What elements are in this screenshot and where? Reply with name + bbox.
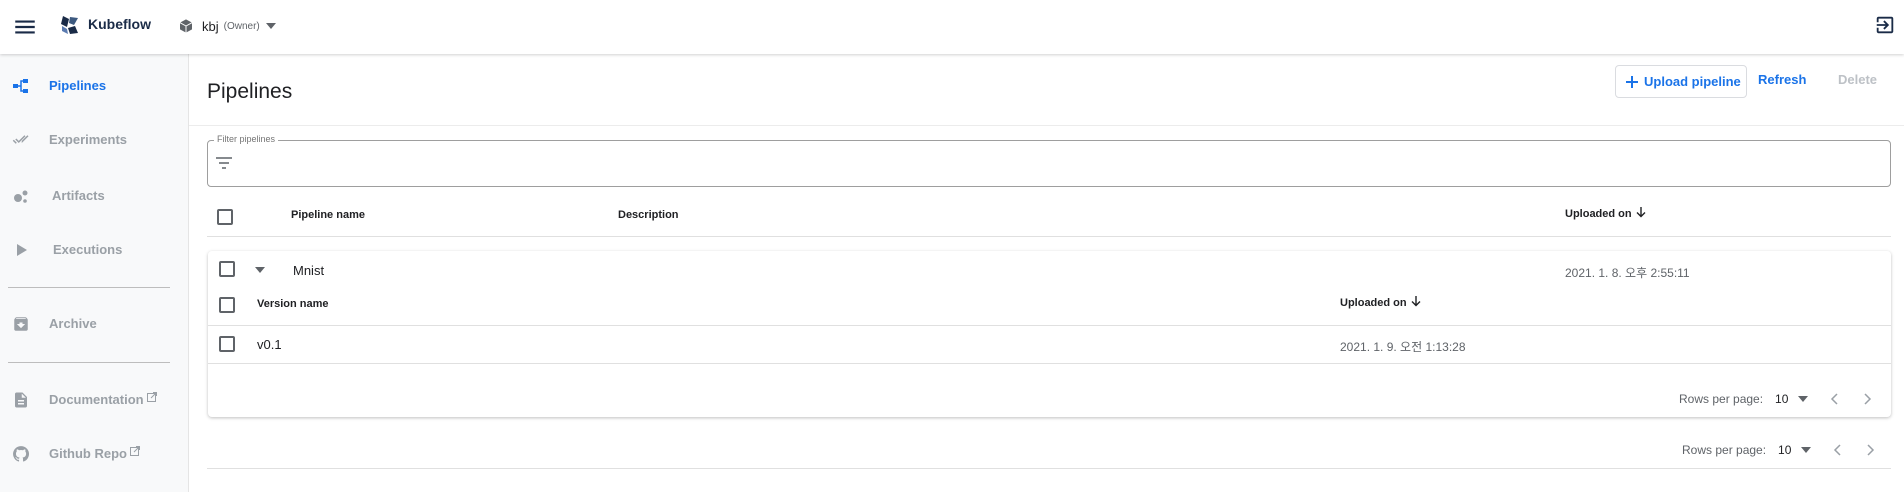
header-divider [189, 125, 1904, 126]
external-link-icon [146, 392, 157, 402]
upload-pipeline-label: Upload pipeline [1644, 74, 1741, 89]
chevron-down-icon [265, 23, 276, 29]
version-row-checkbox[interactable] [219, 336, 235, 352]
next-page-icon[interactable] [1864, 393, 1872, 405]
filter-label: Filter pipelines [214, 134, 279, 144]
rows-per-page-label: Rows per page: [1682, 443, 1767, 457]
filter-box: Filter pipelines [207, 134, 1891, 187]
pipelines-pagination: Rows per page: 10 [1682, 443, 1875, 457]
sidebar-item-label: Artifacts [52, 188, 105, 203]
pipeline-uploaded-on: 2021. 1. 8. 오후 2:55:11 [1565, 266, 1690, 280]
sidebar-item-label-text: Documentation [49, 392, 144, 407]
column-header-version-uploaded-on-label: Uploaded on [1340, 297, 1407, 309]
executions-icon [12, 241, 30, 259]
external-link-icon [130, 446, 140, 456]
pipeline-row-checkbox[interactable] [219, 261, 235, 277]
version-header-divider [208, 325, 1891, 326]
namespace-icon [178, 18, 194, 34]
kubeflow-logo-icon[interactable] [58, 13, 82, 37]
rows-per-page-label: Rows per page: [1679, 392, 1764, 406]
column-header-uploaded-on[interactable]: Uploaded on [1565, 207, 1646, 220]
version-name[interactable]: v0.1 [257, 337, 282, 352]
rows-per-page-select[interactable]: 10 [1775, 392, 1788, 406]
plus-icon [1626, 75, 1638, 88]
upload-pipeline-button[interactable]: Upload pipeline [1615, 65, 1747, 98]
column-header-uploaded-on-label: Uploaded on [1565, 208, 1632, 220]
version-row-divider [208, 363, 1891, 364]
select-all-versions-checkbox[interactable] [219, 297, 235, 313]
menu-icon[interactable] [12, 14, 38, 40]
sidebar-item-label: Executions [53, 242, 123, 257]
filter-pipelines-input[interactable] [244, 151, 1874, 177]
rows-per-page-select[interactable]: 10 [1778, 443, 1791, 457]
github-icon [12, 445, 30, 463]
filter-icon [216, 157, 232, 169]
sidebar-divider [8, 362, 170, 363]
pipeline-name[interactable]: Mnist [293, 263, 324, 278]
sidebar-item-github-repo[interactable]: Github Repo [0, 434, 188, 474]
previous-page-icon[interactable] [1830, 393, 1838, 405]
delete-button[interactable]: Delete [1838, 72, 1877, 87]
next-page-icon[interactable] [1867, 444, 1875, 456]
sidebar-item-experiments[interactable]: Experiments [0, 120, 188, 160]
chevron-down-icon[interactable] [1801, 447, 1812, 453]
column-header-version-name[interactable]: Version name [257, 298, 329, 310]
sidebar-item-artifacts[interactable]: Artifacts [0, 176, 188, 216]
archive-icon [12, 315, 30, 333]
previous-page-icon[interactable] [1833, 444, 1841, 456]
artifacts-icon [12, 187, 30, 205]
versions-pagination: Rows per page: 10 [1679, 392, 1872, 406]
sidebar-item-label: Github Repo [49, 446, 140, 461]
table-footer-divider [207, 468, 1891, 469]
namespace-role: (Owner) [223, 20, 260, 32]
app-brand[interactable]: Kubeflow [88, 16, 151, 32]
pipeline-row-expanded: Mnist 2021. 1. 8. 오후 2:55:11 Version nam… [208, 251, 1891, 417]
sidebar: Pipelines Experiments Artifacts Executio… [0, 54, 189, 492]
sidebar-item-pipelines[interactable]: Pipelines [0, 66, 188, 106]
top-bar: Kubeflow kbj (Owner) [0, 0, 1904, 54]
table-header-divider [207, 236, 1891, 237]
namespace-name: kbj [202, 18, 219, 34]
experiments-icon [12, 131, 30, 149]
sidebar-divider [8, 287, 170, 288]
sidebar-item-label: Archive [49, 316, 97, 331]
version-uploaded-on: 2021. 1. 9. 오전 1:13:28 [1340, 340, 1466, 354]
page-title: Pipelines [207, 80, 293, 103]
pipelines-icon [12, 77, 30, 95]
sidebar-item-label-text: Github Repo [49, 446, 127, 461]
documentation-icon [12, 391, 30, 409]
refresh-button[interactable]: Refresh [1758, 72, 1806, 87]
sidebar-item-executions[interactable]: Executions [0, 230, 188, 270]
sidebar-item-label: Documentation [49, 392, 157, 407]
sidebar-item-archive[interactable]: Archive [0, 304, 188, 344]
column-header-description[interactable]: Description [618, 209, 679, 221]
select-all-checkbox[interactable] [217, 209, 233, 225]
logout-icon[interactable] [1874, 14, 1896, 36]
collapse-caret-icon[interactable] [255, 267, 265, 273]
namespace-selector[interactable]: kbj (Owner) [178, 15, 276, 37]
sidebar-item-label: Experiments [49, 132, 128, 147]
sidebar-item-label: Pipelines [49, 78, 107, 93]
sidebar-item-documentation[interactable]: Documentation [0, 380, 188, 420]
column-header-pipeline-name[interactable]: Pipeline name [291, 209, 365, 221]
chevron-down-icon[interactable] [1798, 396, 1809, 402]
column-header-version-uploaded-on[interactable]: Uploaded on [1340, 296, 1421, 309]
arrow-down-icon [1636, 207, 1646, 218]
arrow-down-icon [1411, 296, 1421, 307]
